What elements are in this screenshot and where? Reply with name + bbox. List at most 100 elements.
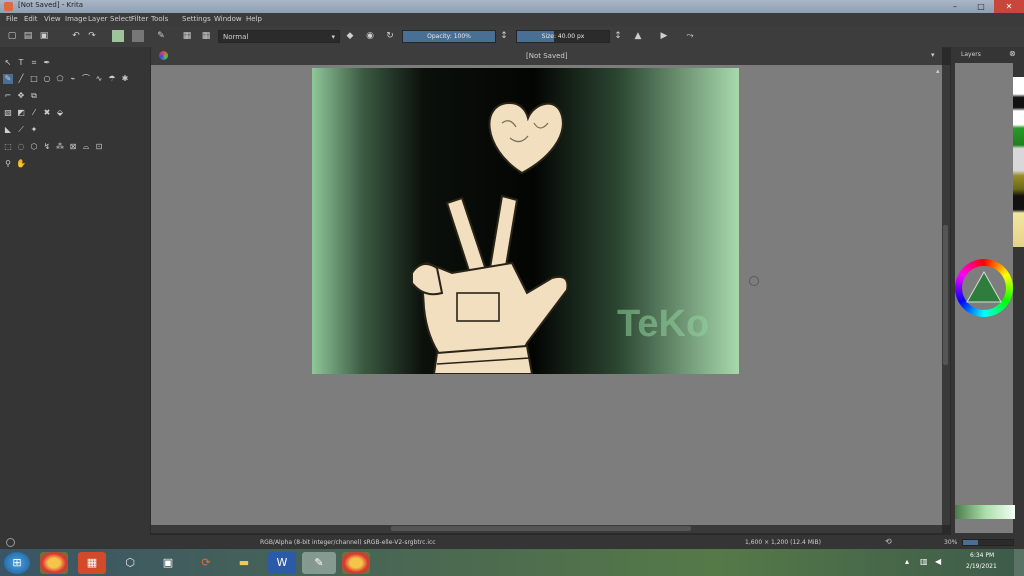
- assistant-tool-icon[interactable]: ◣: [3, 125, 13, 135]
- line-tool-icon[interactable]: ╱: [16, 74, 26, 84]
- start-orb-icon[interactable]: ⊞: [4, 552, 30, 574]
- wrap-around-icon[interactable]: ⤳: [684, 30, 696, 42]
- pan-tool-icon[interactable]: ✋: [16, 159, 26, 169]
- mirror-vertical-icon[interactable]: ▶: [658, 30, 670, 42]
- tray-volume-icon[interactable]: ◀: [935, 557, 941, 566]
- eraser-icon[interactable]: ◆: [344, 30, 356, 42]
- sync-icon[interactable]: ⟳: [192, 552, 220, 574]
- size-stepper-icon[interactable]: ↕: [612, 30, 624, 42]
- word-icon[interactable]: W: [268, 552, 296, 574]
- menu-edit[interactable]: Edit: [24, 15, 38, 23]
- blend-mode-select[interactable]: Normal ▾: [218, 30, 340, 43]
- menu-window[interactable]: Window: [214, 15, 242, 23]
- color-wheel[interactable]: [955, 259, 1013, 317]
- measure-tool-icon[interactable]: ⟋: [16, 125, 26, 135]
- text-tool-icon[interactable]: T: [16, 58, 26, 68]
- bezier-selection-tool-icon[interactable]: ⌓: [81, 142, 91, 152]
- opacity-stepper-icon[interactable]: ↕: [498, 30, 510, 42]
- menu-layer[interactable]: Layer: [88, 15, 108, 23]
- clock-time[interactable]: 6:34 PM: [970, 552, 994, 559]
- horizontal-scrollbar[interactable]: [151, 525, 942, 533]
- horizontal-scroll-thumb[interactable]: [391, 526, 691, 531]
- transform-tool-icon[interactable]: ⧉: [29, 91, 39, 101]
- ellipse-tool-icon[interactable]: ○: [42, 74, 52, 84]
- color-history-strip[interactable]: [955, 505, 1015, 519]
- rectangular-selection-tool-icon[interactable]: ⬚: [3, 142, 13, 152]
- vertical-scrollbar[interactable]: [942, 65, 950, 525]
- show-desktop-button[interactable]: [1014, 549, 1024, 576]
- brush-preset-icon[interactable]: ✎: [155, 30, 167, 42]
- opacity-slider[interactable]: Opacity: 100%: [402, 30, 496, 43]
- move-tool-icon[interactable]: ✥: [16, 91, 26, 101]
- crop-tool-icon[interactable]: ⌐: [3, 91, 13, 101]
- freehand-path-tool-icon[interactable]: ∿: [94, 74, 104, 84]
- store-icon[interactable]: ▣: [154, 552, 182, 574]
- clock-date[interactable]: 2/19/2021: [966, 563, 997, 570]
- magnetic-selection-tool-icon[interactable]: ⊡: [94, 142, 104, 152]
- office-icon[interactable]: ▦: [78, 552, 106, 574]
- menu-filter[interactable]: Filter: [131, 15, 148, 23]
- vertical-scroll-thumb[interactable]: [943, 225, 948, 365]
- canvas-area[interactable]: [Not Saved] ▾ TeKo ▴: [151, 47, 942, 525]
- rectangle-tool-icon[interactable]: □: [29, 74, 39, 84]
- menu-settings[interactable]: Settings: [182, 15, 211, 23]
- bezier-tool-icon[interactable]: ⌒: [81, 74, 91, 84]
- network-icon[interactable]: ⬡: [116, 552, 144, 574]
- menu-image[interactable]: Image: [65, 15, 87, 23]
- zoom-tool-icon[interactable]: ⚲: [3, 159, 13, 169]
- undo-icon[interactable]: ↶: [70, 30, 82, 42]
- contiguous-selection-tool-icon[interactable]: ⁂: [55, 142, 65, 152]
- reload-preset-icon[interactable]: ↻: [384, 30, 396, 42]
- size-slider[interactable]: Size: 40.00 px: [516, 30, 610, 43]
- open-document-icon[interactable]: ▤: [22, 30, 34, 42]
- polygon-tool-icon[interactable]: ⬠: [55, 74, 65, 84]
- tray-network-icon[interactable]: ▥: [920, 557, 928, 566]
- polyline-tool-icon[interactable]: ⌁: [68, 74, 78, 84]
- preserve-alpha-icon[interactable]: ◉: [364, 30, 376, 42]
- krita-taskbar-icon[interactable]: ✎: [302, 552, 336, 574]
- grid-icon[interactable]: ▦: [200, 30, 212, 42]
- similar-selection-tool-icon[interactable]: ⊠: [68, 142, 78, 152]
- menu-select[interactable]: Select: [110, 15, 132, 23]
- document-tab[interactable]: [Not Saved]: [526, 52, 568, 60]
- close-button[interactable]: ✕: [994, 0, 1024, 13]
- menu-tools[interactable]: Tools: [151, 15, 168, 23]
- save-document-icon[interactable]: ▣: [38, 30, 50, 42]
- redo-icon[interactable]: ↷: [86, 30, 98, 42]
- menu-view[interactable]: View: [44, 15, 61, 23]
- edit-shapes-tool-icon[interactable]: ⌗: [29, 58, 39, 68]
- folder-icon[interactable]: ▬: [230, 552, 258, 574]
- elliptical-selection-tool-icon[interactable]: ◌: [16, 142, 26, 152]
- chrome-icon[interactable]: [40, 552, 68, 574]
- gradient-preset-icon[interactable]: [112, 30, 124, 42]
- calligraphy-tool-icon[interactable]: ✒: [42, 58, 52, 68]
- pattern-preset-icon[interactable]: [132, 30, 144, 42]
- minimize-button[interactable]: –: [942, 0, 968, 13]
- polygonal-selection-tool-icon[interactable]: ⬡: [29, 142, 39, 152]
- select-shapes-tool-icon[interactable]: ↖: [3, 58, 13, 68]
- artwork-canvas[interactable]: TeKo: [312, 68, 739, 374]
- smart-patch-tool-icon[interactable]: ▧: [3, 108, 13, 118]
- freehand-selection-tool-icon[interactable]: ↯: [42, 142, 52, 152]
- tab-menu-icon[interactable]: ▾: [931, 51, 935, 59]
- color-picker-tool-icon[interactable]: ⁄: [29, 108, 39, 118]
- mirror-horizontal-icon[interactable]: ▲: [632, 30, 644, 42]
- scroll-up-icon[interactable]: ▴: [936, 67, 940, 75]
- rotate-canvas-icon[interactable]: ⟲: [885, 537, 892, 546]
- reference-images-tool-icon[interactable]: ✦: [29, 125, 39, 135]
- colorize-mask-tool-icon[interactable]: ✖: [42, 108, 52, 118]
- chrome-icon-2[interactable]: [342, 552, 370, 574]
- zoom-slider[interactable]: [962, 539, 1014, 546]
- freehand-brush-tool-icon[interactable]: ✎: [3, 74, 13, 84]
- multibrush-tool-icon[interactable]: ✱: [120, 74, 130, 84]
- maximize-button[interactable]: □: [968, 0, 994, 13]
- color-triangle[interactable]: [966, 271, 1002, 303]
- menu-help[interactable]: Help: [246, 15, 262, 23]
- tray-arrow-icon[interactable]: ▴: [905, 557, 909, 566]
- color-swatch-strip[interactable]: [1013, 77, 1024, 247]
- gradient-tool-icon[interactable]: ◩: [16, 108, 26, 118]
- fill-tool-icon[interactable]: ⬙: [55, 108, 65, 118]
- new-document-icon[interactable]: ▢: [6, 30, 18, 42]
- menu-file[interactable]: File: [6, 15, 18, 23]
- dynamic-brush-tool-icon[interactable]: ☂: [107, 74, 117, 84]
